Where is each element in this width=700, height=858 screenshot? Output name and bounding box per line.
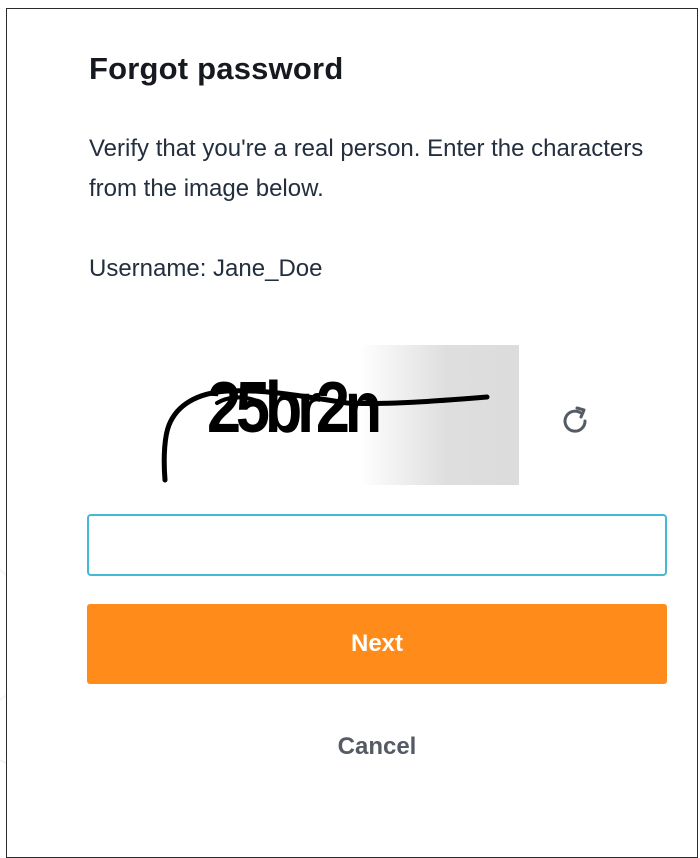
next-button[interactable]: Next bbox=[87, 604, 667, 684]
username-label: Username: bbox=[89, 255, 207, 282]
username-value: Jane_Doe bbox=[213, 255, 323, 282]
username-row: Username: Jane_Doe bbox=[89, 255, 322, 283]
forgot-password-dialog: Forgot password Verify that you're a rea… bbox=[6, 8, 698, 858]
captcha-input[interactable] bbox=[87, 514, 667, 576]
page-title: Forgot password bbox=[89, 51, 344, 86]
refresh-captcha-button[interactable] bbox=[555, 401, 595, 441]
cancel-link[interactable]: Cancel bbox=[87, 733, 667, 761]
captcha-image: 25br2n bbox=[157, 345, 519, 485]
refresh-icon bbox=[563, 406, 587, 433]
captcha-noise-lines bbox=[161, 388, 490, 483]
instructions-text: Verify that you're a real person. Enter … bbox=[89, 135, 644, 202]
